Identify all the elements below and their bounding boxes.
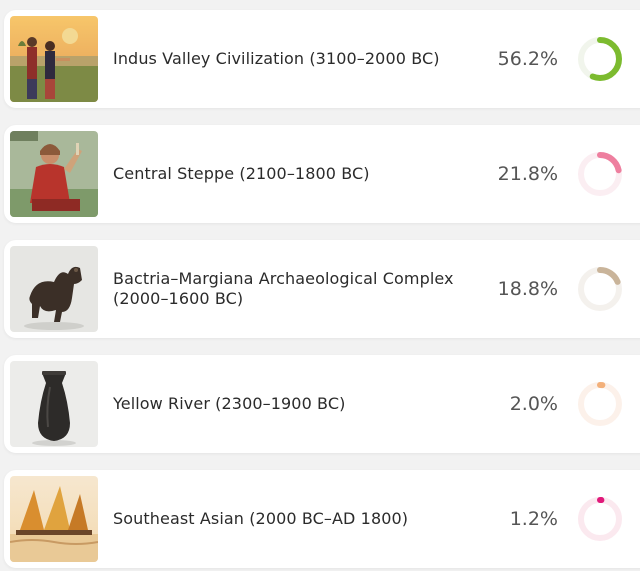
donut-track	[578, 497, 622, 541]
donut-svg	[578, 382, 622, 426]
population-percent: 56.2%	[497, 48, 558, 70]
sailing-canoe-image	[10, 476, 98, 562]
population-card-bmac[interactable]: Bactria–Margiana Archaeological Complex …	[4, 240, 640, 338]
bronze-camel-image	[10, 246, 98, 332]
population-card-steppe[interactable]: Central Steppe (2100–1800 BC) 21.8%	[4, 125, 640, 223]
population-name: Central Steppe (2100–1800 BC)	[113, 164, 370, 183]
percent-donut	[578, 267, 622, 311]
population-card-yellow-river[interactable]: Yellow River (2300–1900 BC) 2.0%	[4, 355, 640, 453]
indus-figures-image	[10, 16, 98, 102]
ancestry-list: Indus Valley Civilization (3100–2000 BC)…	[0, 0, 640, 571]
population-name: Yellow River (2300–1900 BC)	[113, 394, 346, 413]
percent-donut	[578, 152, 622, 196]
percent-donut	[578, 37, 622, 81]
population-name: Southeast Asian (2000 BC–AD 1800)	[113, 509, 409, 528]
steppe-woman-image	[10, 131, 98, 217]
donut-track	[578, 382, 622, 426]
percent-donut	[578, 497, 622, 541]
donut-svg	[578, 37, 622, 81]
population-card-indus[interactable]: Indus Valley Civilization (3100–2000 BC)…	[4, 10, 640, 108]
percent-donut	[578, 382, 622, 426]
population-percent: 18.8%	[497, 278, 558, 300]
population-name: Indus Valley Civilization (3100–2000 BC)	[113, 49, 440, 68]
donut-svg	[578, 267, 622, 311]
population-percent: 1.2%	[509, 508, 558, 530]
population-name: Bactria–Margiana Archaeological Complex …	[113, 269, 454, 308]
black-vase-image	[10, 361, 98, 447]
population-card-southeast-asian[interactable]: Southeast Asian (2000 BC–AD 1800) 1.2%	[4, 470, 640, 568]
donut-svg	[578, 497, 622, 541]
population-percent: 21.8%	[497, 163, 558, 185]
donut-svg	[578, 152, 622, 196]
population-percent: 2.0%	[509, 393, 558, 415]
